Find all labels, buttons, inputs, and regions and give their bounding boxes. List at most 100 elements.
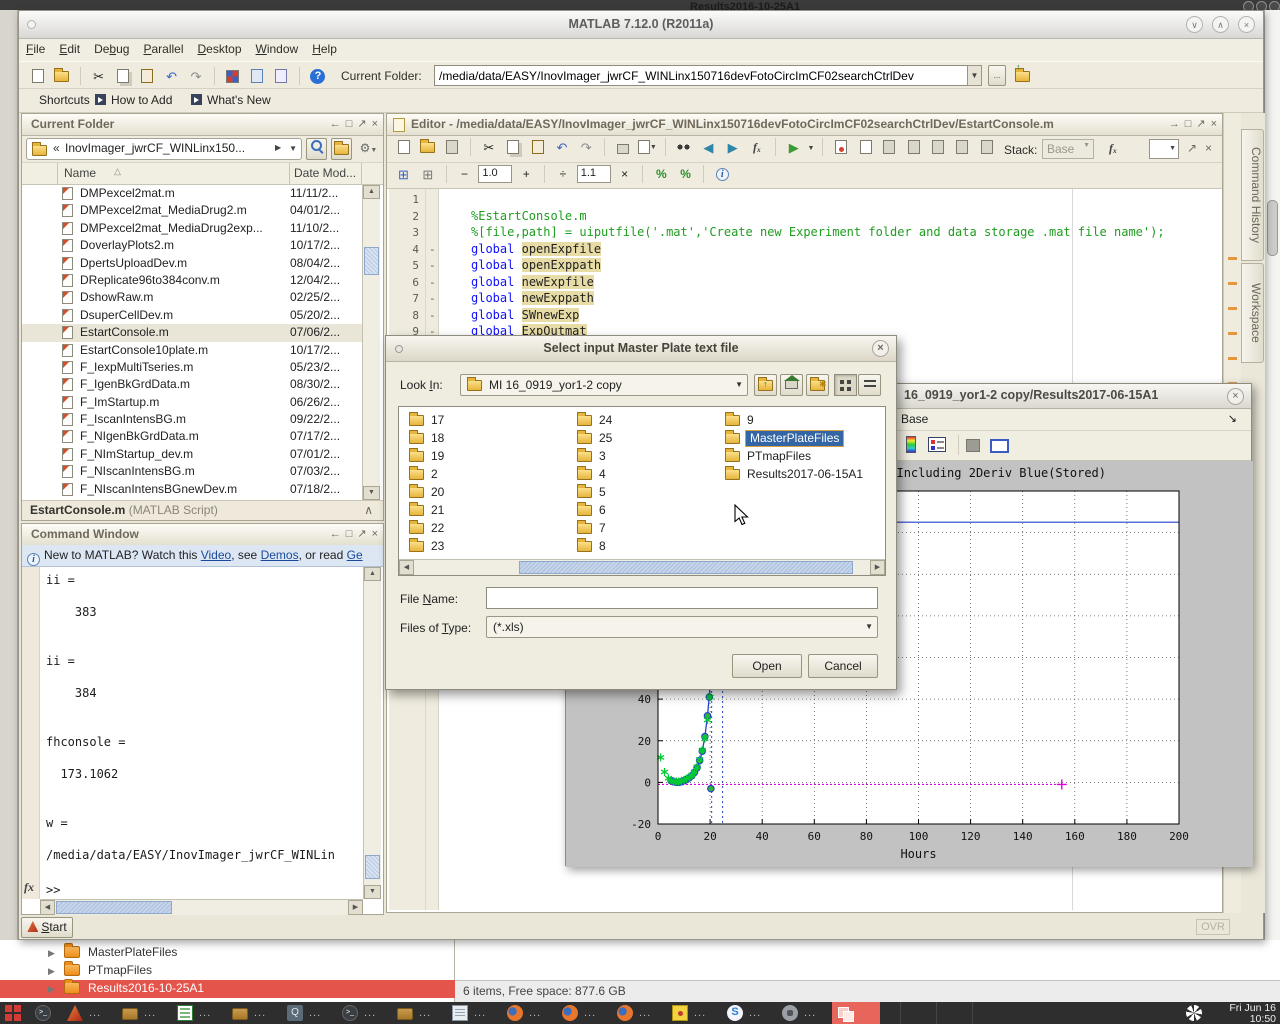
colorbar-icon[interactable] bbox=[906, 436, 916, 456]
file-row[interactable]: F_NIscanIntensBG.m07/03/2... bbox=[22, 463, 362, 480]
guide-icon[interactable] bbox=[246, 65, 267, 87]
taskbar-item-document[interactable]: ... bbox=[447, 1002, 502, 1024]
getting-started-link[interactable]: Ge bbox=[347, 548, 363, 562]
dialog-folder-item[interactable]: PTmapFiles bbox=[725, 449, 811, 466]
info-icon[interactable]: i bbox=[712, 163, 733, 185]
expander-icon[interactable]: ▶ bbox=[48, 966, 55, 977]
undock-icon[interactable]: ↗ bbox=[357, 528, 366, 540]
cut-button[interactable]: ✂ bbox=[478, 136, 499, 158]
folder-list[interactable]: ◀ ▶ 17181922021222324253456789MasterPlat… bbox=[398, 406, 886, 576]
dialog-folder-item[interactable]: 7 bbox=[577, 521, 606, 538]
actions-gear-button[interactable]: ⚙▼ bbox=[355, 138, 382, 160]
editor-header[interactable]: Editor - /media/data/EASY/InovImager_jwr… bbox=[387, 114, 1222, 136]
command-prompt[interactable]: >> bbox=[46, 883, 60, 897]
new-folder-button[interactable]: ✱ bbox=[806, 374, 829, 396]
file-row[interactable]: F_NIscanIntensBGnewDev.m07/18/2... bbox=[22, 481, 362, 498]
dialog-folder-item[interactable]: Results2017-06-15A1 bbox=[725, 467, 863, 484]
open-file-button[interactable] bbox=[51, 65, 72, 87]
path-dropdown-arrow[interactable]: ▼ bbox=[967, 65, 982, 86]
file-row[interactable]: DoverlayPlots2.m10/17/2... bbox=[22, 237, 362, 254]
percent-run-icon[interactable]: % bbox=[651, 163, 672, 185]
file-list-scrollbar[interactable]: ▲ ▼ bbox=[362, 185, 380, 500]
value-factor-field[interactable]: 1.1 bbox=[577, 165, 611, 183]
step-out-icon[interactable] bbox=[928, 136, 949, 158]
cancel-button[interactable]: Cancel bbox=[808, 654, 878, 678]
scroll-left-icon[interactable]: ◀ bbox=[399, 560, 414, 575]
breadcrumb-path[interactable]: InovImager_jwrCF_WINLinx150... bbox=[65, 141, 273, 155]
file-row[interactable]: F_IexpMultiTseries.m05/23/2... bbox=[22, 359, 362, 376]
shortcut-whats-new[interactable]: What's New bbox=[207, 93, 271, 107]
dialog-folder-item[interactable]: MasterPlateFiles bbox=[725, 431, 844, 448]
dialog-folder-item[interactable]: 17 bbox=[409, 413, 444, 430]
taskbar-item-terminal[interactable] bbox=[30, 1002, 62, 1024]
dialog-folder-item[interactable]: 8 bbox=[577, 539, 606, 556]
collapse-details-icon[interactable]: ∧ bbox=[364, 501, 373, 520]
menu-file[interactable]: File bbox=[26, 42, 45, 56]
start-button[interactable]: Start bbox=[21, 917, 73, 938]
mlint-mark-icon[interactable] bbox=[1228, 357, 1237, 360]
forward-button[interactable]: ▶ bbox=[722, 136, 743, 158]
file-row[interactable]: DMPexcel2mat.m11/11/2... bbox=[22, 185, 362, 202]
indent-button[interactable]: ▼ bbox=[637, 136, 658, 158]
taskbar-item-folder[interactable]: ... bbox=[392, 1002, 447, 1024]
dialog-folder-item[interactable]: 22 bbox=[409, 521, 444, 538]
fx-icon[interactable]: fₓ bbox=[1109, 141, 1117, 156]
taskbar-item-folder[interactable]: ... bbox=[227, 1002, 282, 1024]
file-row[interactable]: F_ImStartup.m06/26/2... bbox=[22, 394, 362, 411]
scrollbar-thumb[interactable] bbox=[364, 247, 379, 275]
panel-close-icon[interactable]: × bbox=[1211, 118, 1217, 130]
maximize-icon[interactable]: ∧ bbox=[1212, 16, 1229, 33]
undo-button[interactable]: ↶ bbox=[551, 136, 572, 158]
tab-command-history[interactable]: Command History bbox=[1241, 129, 1264, 261]
dialog-folder-item[interactable]: 4 bbox=[577, 467, 606, 484]
menu-help[interactable]: Help bbox=[312, 42, 337, 56]
name-column-header[interactable]: Name bbox=[64, 166, 96, 180]
undock-icon[interactable]: ↗ bbox=[1187, 141, 1197, 155]
scroll-down-icon[interactable]: ▼ bbox=[363, 486, 380, 500]
open-button[interactable]: Open bbox=[732, 654, 802, 678]
dialog-close-icon[interactable]: × bbox=[872, 340, 889, 357]
code-line[interactable]: 6-global newExpfile bbox=[389, 275, 1220, 292]
dialog-folder-item[interactable]: 23 bbox=[409, 539, 444, 556]
video-link[interactable]: Video bbox=[201, 548, 231, 562]
taskbar-item-matlab[interactable]: ... bbox=[62, 1002, 117, 1024]
command-output-area[interactable]: ii = 383 ii = 384 fhconsole = 173.1062 w… bbox=[22, 567, 363, 899]
undock-icon[interactable]: ↗ bbox=[357, 118, 366, 130]
menu-window[interactable]: Window bbox=[256, 42, 299, 56]
screenshot-tool-icon[interactable] bbox=[1186, 1005, 1202, 1021]
dock-icon[interactable]: ← bbox=[330, 118, 341, 130]
restore-icon[interactable]: □ bbox=[346, 528, 353, 540]
folder-list-hscrollbar[interactable]: ◀ ▶ bbox=[399, 559, 885, 575]
scroll-up-icon[interactable]: ▲ bbox=[364, 567, 381, 581]
mlint-mark-icon[interactable] bbox=[1228, 257, 1237, 260]
menu-debug[interactable]: Debug bbox=[94, 42, 129, 56]
exit-debug-icon[interactable] bbox=[976, 136, 997, 158]
file-row[interactable]: F_IgenBkGrdData.m08/30/2... bbox=[22, 376, 362, 393]
fx-icon[interactable]: fx bbox=[24, 880, 34, 895]
scroll-right-icon[interactable]: ▶ bbox=[870, 560, 885, 575]
breadcrumb-expand-icon[interactable]: ▶ bbox=[275, 143, 281, 152]
profiler-icon[interactable] bbox=[271, 65, 292, 87]
scroll-down-icon[interactable]: ▼ bbox=[364, 885, 381, 899]
insert-function-icon[interactable]: fₓ bbox=[747, 136, 768, 158]
background-window-scrollbar[interactable] bbox=[1264, 10, 1280, 1002]
scrollbar-thumb[interactable] bbox=[365, 855, 380, 879]
figure-close-icon[interactable]: × bbox=[1227, 388, 1244, 405]
search-button[interactable] bbox=[306, 138, 327, 160]
code-line[interactable]: 1 bbox=[389, 192, 1220, 209]
mlint-mark-icon[interactable] bbox=[1228, 282, 1237, 285]
copy-button[interactable] bbox=[503, 136, 524, 158]
dialog-folder-item[interactable]: 18 bbox=[409, 431, 444, 448]
bg-minimize-icon[interactable] bbox=[1243, 1, 1254, 10]
code-line[interactable]: 4-global openExpfile bbox=[389, 242, 1220, 259]
find-button[interactable] bbox=[673, 136, 694, 158]
tree-row[interactable]: ▶PTmapFiles bbox=[0, 962, 455, 980]
multiply-value-button[interactable]: × bbox=[614, 163, 635, 185]
browse-folder-button[interactable]: ... bbox=[988, 65, 1006, 86]
mlint-mark-icon[interactable] bbox=[1228, 332, 1237, 335]
grid-view-button[interactable] bbox=[834, 374, 857, 396]
set-breakpoint-icon[interactable] bbox=[830, 136, 851, 158]
divide-value-button[interactable]: ÷ bbox=[552, 163, 573, 185]
percent-run-advance-icon[interactable]: % bbox=[675, 163, 696, 185]
dialog-folder-item[interactable]: 6 bbox=[577, 503, 606, 520]
